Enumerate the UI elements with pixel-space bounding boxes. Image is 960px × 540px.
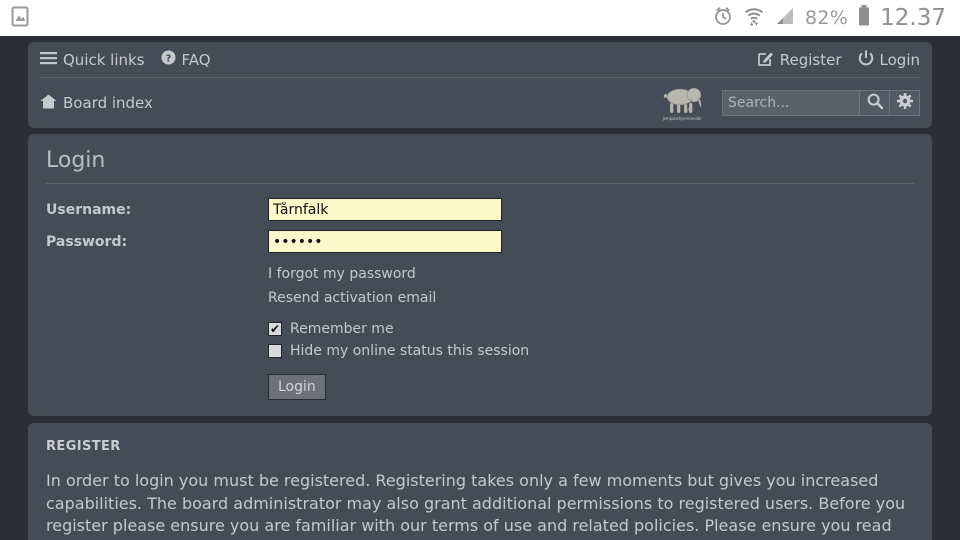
image-icon	[10, 4, 30, 32]
wifi-icon	[743, 5, 765, 31]
power-icon	[858, 49, 874, 70]
faq-label: FAQ	[181, 50, 211, 69]
site-logo[interactable]: Jernpolarhjemmeside	[652, 85, 712, 121]
question-circle-icon: ?	[161, 50, 176, 69]
mammoth-logo-icon	[663, 87, 702, 114]
login-label: Login	[879, 50, 920, 69]
resend-activation-link[interactable]: Resend activation email	[268, 286, 914, 310]
username-input[interactable]	[268, 198, 502, 221]
nav-search-area: Jernpolarhjemmeside	[652, 85, 920, 121]
nav-left-links: Quick links ? FAQ	[40, 50, 211, 69]
quick-links-button[interactable]: Quick links	[40, 51, 145, 69]
login-panel: Login Username: Password: I forgot my pa…	[28, 134, 932, 416]
home-icon	[40, 94, 57, 113]
navigation-panel: Quick links ? FAQ Register Login Board i…	[28, 42, 932, 128]
hide-status-checkbox[interactable]	[268, 344, 282, 358]
forgot-password-link[interactable]: I forgot my password	[268, 262, 914, 286]
nav-top-row: Quick links ? FAQ Register Login	[40, 42, 920, 78]
status-notifications	[10, 4, 30, 32]
svg-text:?: ?	[165, 53, 171, 64]
hide-status-row: Hide my online status this session	[268, 340, 914, 362]
register-description: In order to login you must be registered…	[46, 471, 906, 540]
status-indicators: 82% 12.37	[712, 4, 946, 32]
password-label: Password:	[46, 233, 128, 250]
register-label: Register	[779, 50, 842, 69]
search-input[interactable]	[722, 90, 860, 116]
username-label: Username:	[46, 201, 132, 218]
register-heading: REGISTER	[46, 439, 121, 454]
remember-me-row: ✔ Remember me	[268, 318, 914, 340]
board-index-link[interactable]: Board index	[40, 94, 153, 113]
magnifier-icon	[867, 93, 883, 113]
page-title: Login	[46, 148, 106, 173]
search-settings-button[interactable]	[890, 90, 920, 116]
login-link[interactable]: Login	[858, 49, 920, 70]
hide-status-label[interactable]: Hide my online status this session	[290, 343, 529, 359]
register-link[interactable]: Register	[757, 50, 842, 70]
password-row: Password:	[46, 230, 914, 253]
gear-icon	[896, 93, 913, 113]
logo-caption: Jernpolarhjemmeside	[662, 116, 702, 121]
remember-me-checkbox[interactable]: ✔	[268, 322, 282, 336]
battery-icon	[857, 4, 871, 32]
quick-links-label: Quick links	[63, 50, 145, 69]
title-divider	[46, 183, 914, 184]
clock-label: 12.37	[880, 5, 946, 31]
battery-percent-label: 82%	[805, 7, 849, 29]
password-input[interactable]	[268, 230, 502, 253]
search-box	[722, 90, 920, 116]
forum-page: Quick links ? FAQ Register Login Board i…	[0, 42, 960, 540]
hamburger-icon	[40, 51, 57, 69]
nav-right-links: Register Login	[757, 49, 920, 70]
remember-me-label[interactable]: Remember me	[290, 321, 394, 337]
login-submit-button[interactable]: Login	[268, 374, 326, 400]
board-index-label: Board index	[63, 94, 153, 112]
register-panel: REGISTER In order to login you must be r…	[28, 423, 932, 540]
search-submit-button[interactable]	[860, 90, 890, 116]
pencil-square-icon	[757, 50, 774, 70]
username-row: Username:	[46, 198, 914, 221]
alarm-clock-icon	[712, 5, 734, 31]
checkmark-icon: ✔	[269, 322, 281, 336]
faq-link[interactable]: ? FAQ	[161, 50, 211, 69]
nav-bottom-row: Board index Jernpolarhjemmeside Search..…	[40, 78, 920, 128]
android-status-bar: 82% 12.37	[0, 0, 960, 36]
cell-signal-icon	[774, 5, 796, 31]
